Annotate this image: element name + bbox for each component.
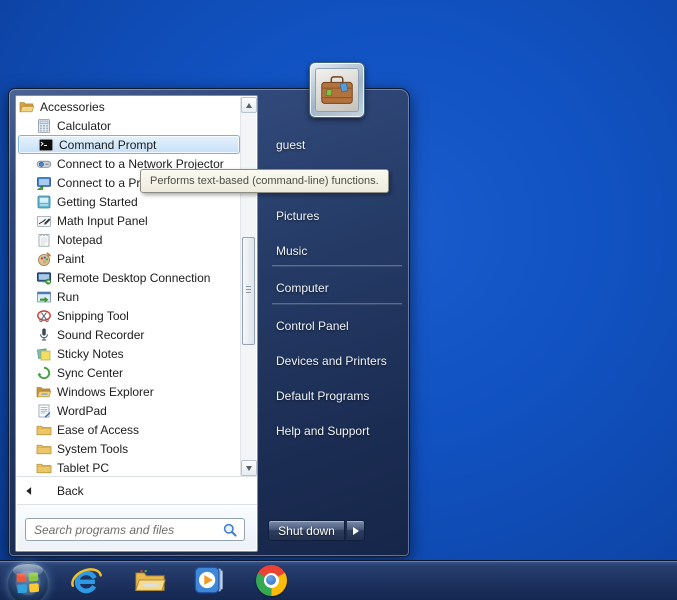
wordpad-icon [36, 403, 52, 419]
google-chrome-icon[interactable] [254, 563, 288, 597]
right-panel-item-devices-printers[interactable]: Devices and Printers [268, 350, 405, 371]
menu-item-label: Getting Started [57, 194, 138, 209]
menu-item-ease-of-access[interactable]: Ease of Access [17, 420, 241, 439]
right-panel-item-pictures[interactable]: Pictures [268, 205, 405, 226]
triangle-up-icon [246, 102, 252, 108]
menu-item-accessories[interactable]: Accessories [17, 97, 241, 116]
menu-item-windows-explorer[interactable]: Windows Explorer [17, 382, 241, 401]
right-panel-item-computer[interactable]: Computer [268, 277, 405, 298]
scroll-up-button[interactable] [241, 97, 257, 113]
menu-item-label: Math Input Panel [57, 213, 148, 228]
windows-media-player-icon[interactable] [192, 563, 226, 597]
windows-explorer-taskbar-icon[interactable] [133, 563, 167, 597]
menu-item-tablet-pc[interactable]: Tablet PC [17, 458, 241, 476]
menu-item-sticky-notes[interactable]: Sticky Notes [17, 344, 241, 363]
triangle-down-icon [246, 465, 252, 471]
menu-item-label: Calculator [57, 118, 112, 133]
menu-item-label: Sync Center [57, 365, 124, 380]
divider [272, 303, 402, 305]
folder-icon [36, 460, 52, 476]
menu-item-sound-recorder[interactable]: Sound Recorder [17, 325, 241, 344]
internet-explorer-icon[interactable] [69, 563, 103, 597]
menu-item-label: Command Prompt [59, 137, 157, 152]
right-panel-item-default-programs[interactable]: Default Programs [268, 385, 405, 406]
user-avatar[interactable] [309, 62, 365, 118]
calculator-icon [36, 118, 52, 134]
menu-item-command-prompt[interactable]: Command Prompt [18, 135, 240, 154]
divider [272, 265, 402, 267]
menu-item-label: Windows Explorer [57, 384, 154, 399]
snipping-tool-icon [36, 308, 52, 324]
menu-item-label: Accessories [40, 99, 105, 114]
folder-icon [36, 441, 52, 457]
network-projector-icon [36, 156, 52, 172]
tooltip: Performs text-based (command-line) funct… [140, 169, 389, 193]
back-menu-item[interactable]: Back [17, 477, 257, 504]
menu-item-notepad[interactable]: Notepad [17, 230, 241, 249]
start-menu-program-list-panel: Accessories Calculator Command Prompt Co… [15, 95, 258, 552]
sync-center-icon [36, 365, 52, 381]
right-panel-item-music[interactable]: Music [268, 240, 405, 261]
menu-item-wordpad[interactable]: WordPad [17, 401, 241, 420]
right-panel-item-help-support[interactable]: Help and Support [268, 420, 405, 441]
menu-item-system-tools[interactable]: System Tools [17, 439, 241, 458]
menu-item-snipping-tool[interactable]: Snipping Tool [17, 306, 241, 325]
search-icon[interactable] [222, 522, 238, 538]
desktop: Accessories Calculator Command Prompt Co… [0, 0, 677, 600]
menu-item-math-input-panel[interactable]: Math Input Panel [17, 211, 241, 230]
notepad-icon [36, 232, 52, 248]
search-box[interactable] [25, 518, 245, 541]
user-name-label: guest [276, 138, 306, 152]
paint-icon [36, 251, 52, 267]
back-label: Back [57, 483, 84, 498]
math-input-panel-icon [36, 213, 52, 229]
menu-item-sync-center[interactable]: Sync Center [17, 363, 241, 382]
shut-down-button[interactable]: Shut down [268, 520, 345, 541]
windows-explorer-icon [36, 384, 52, 400]
menu-item-label: Snipping Tool [57, 308, 129, 323]
guest-suitcase-picture [315, 68, 359, 112]
folder-icon [36, 422, 52, 438]
sticky-notes-icon [36, 346, 52, 362]
menu-item-label: Paint [57, 251, 85, 266]
chrome-ball [255, 564, 287, 596]
remote-desktop-icon [36, 270, 52, 286]
right-panel-item-control-panel[interactable]: Control Panel [268, 315, 405, 336]
menu-item-label: Tablet PC [57, 460, 110, 475]
back-arrow-icon [23, 485, 35, 497]
command-prompt-icon [38, 137, 54, 153]
sound-recorder-icon [36, 327, 52, 343]
search-input[interactable] [26, 522, 222, 537]
projector-icon [36, 175, 52, 191]
folder-open-icon [19, 99, 35, 115]
menu-item-run[interactable]: Run [17, 287, 241, 306]
menu-item-remote-desktop[interactable]: Remote Desktop Connection [17, 268, 241, 287]
menu-item-label: Sticky Notes [57, 346, 124, 361]
scroll-down-button[interactable] [241, 460, 257, 476]
menu-item-calculator[interactable]: Calculator [17, 116, 241, 135]
menu-item-label: Sound Recorder [57, 327, 145, 342]
program-list: Accessories Calculator Command Prompt Co… [17, 97, 241, 476]
menu-item-label: System Tools [57, 441, 129, 456]
start-menu: Accessories Calculator Command Prompt Co… [8, 88, 410, 557]
menu-item-paint[interactable]: Paint [17, 249, 241, 268]
shut-down-options-button[interactable] [346, 520, 365, 541]
menu-item-label: Notepad [57, 232, 103, 247]
menu-item-label: Run [57, 289, 80, 304]
search-band [17, 505, 256, 550]
scrollbar-thumb[interactable] [242, 237, 255, 345]
getting-started-icon [36, 194, 52, 210]
triangle-right-icon [352, 526, 359, 535]
menu-item-label: Remote Desktop Connection [57, 270, 211, 285]
menu-item-label: Ease of Access [57, 422, 140, 437]
menu-item-getting-started[interactable]: Getting Started [17, 192, 241, 211]
run-icon [36, 289, 52, 305]
start-button[interactable] [7, 562, 49, 600]
menu-item-label: WordPad [57, 403, 107, 418]
program-list-scrollbar[interactable] [240, 97, 257, 476]
